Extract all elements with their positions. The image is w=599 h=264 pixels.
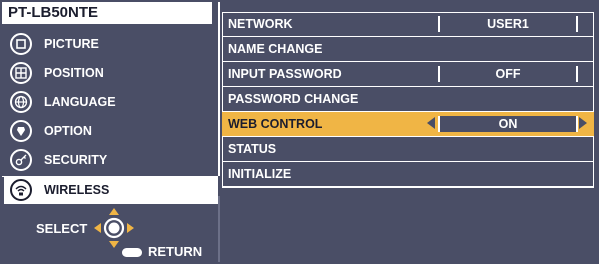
submenu-row-status[interactable]: STATUS <box>222 137 594 162</box>
menu-item-language[interactable]: LANGUAGE <box>4 88 218 116</box>
row-label: PASSWORD CHANGE <box>228 92 359 106</box>
return-hint-label: RETURN <box>148 244 203 259</box>
row-value[interactable]: OFF <box>438 66 578 82</box>
wireless-icon <box>10 179 32 201</box>
row-label: INPUT PASSWORD <box>228 67 342 81</box>
menu-item-label: OPTION <box>44 124 92 138</box>
menu-item-label: SECURITY <box>44 153 108 167</box>
submenu-row-initialize[interactable]: INITIALIZE <box>222 162 594 187</box>
row-label: NAME CHANGE <box>228 42 323 56</box>
dpad-icon <box>94 208 134 248</box>
select-hint-label: SELECT <box>36 221 88 236</box>
submenu-row-input-password[interactable]: INPUT PASSWORD OFF <box>222 62 594 87</box>
submenu-row-password-change[interactable]: PASSWORD CHANGE <box>222 87 594 112</box>
security-icon <box>10 149 32 171</box>
menu-item-option[interactable]: OPTION <box>4 117 218 145</box>
arrow-left-icon[interactable] <box>427 117 435 129</box>
position-icon <box>10 62 32 84</box>
return-button-icon <box>122 248 142 258</box>
submenu: NETWORK USER1 NAME CHANGE INPUT PASSWORD… <box>222 12 594 187</box>
row-value[interactable]: USER1 <box>438 16 578 32</box>
menu-item-label: LANGUAGE <box>44 95 116 109</box>
language-icon <box>10 91 32 113</box>
submenu-row-name-change[interactable]: NAME CHANGE <box>222 37 594 62</box>
row-label: INITIALIZE <box>228 167 292 181</box>
row-label: WEB CONTROL <box>228 117 323 131</box>
model-name: PT-LB50NTE <box>2 2 212 24</box>
arrow-right-icon[interactable] <box>579 117 587 129</box>
menu-item-label: WIRELESS <box>44 183 110 197</box>
menu-item-security[interactable]: SECURITY <box>4 146 218 174</box>
row-value[interactable]: ON <box>438 116 578 132</box>
menu-item-picture[interactable]: PICTURE <box>4 30 218 58</box>
submenu-row-network[interactable]: NETWORK USER1 <box>222 12 594 37</box>
panel-divider-lower <box>218 196 220 262</box>
panel-divider <box>218 2 220 176</box>
submenu-row-web-control[interactable]: WEB CONTROL ON <box>222 112 594 137</box>
row-label: NETWORK <box>228 17 293 31</box>
menu-item-wireless[interactable]: WIRELESS <box>4 176 218 204</box>
osd-frame: PT-LB50NTE PICTURE POSITION LANGUAGE OPT… <box>0 0 599 264</box>
menu-item-position[interactable]: POSITION <box>4 59 218 87</box>
return-hint: RETURN <box>122 245 202 259</box>
picture-icon <box>10 33 32 55</box>
menu-item-label: POSITION <box>44 66 104 80</box>
option-icon <box>10 120 32 142</box>
row-label: STATUS <box>228 142 277 156</box>
menu-item-label: PICTURE <box>44 37 99 51</box>
